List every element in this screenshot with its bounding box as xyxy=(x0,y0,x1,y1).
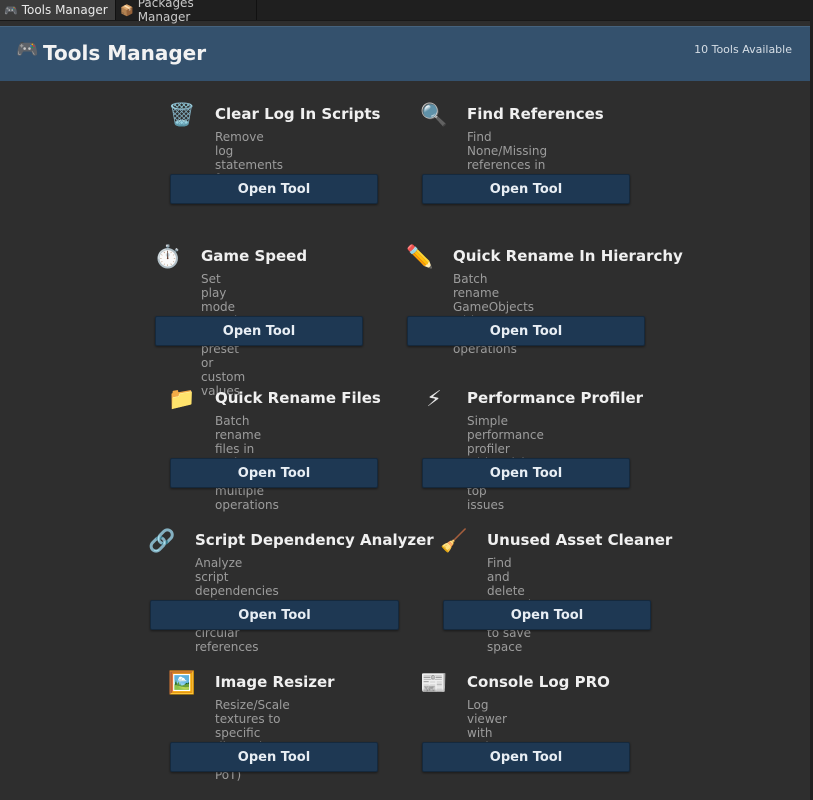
tool-title: Console Log PRO xyxy=(467,673,610,691)
trash-icon: 🗑️ xyxy=(168,103,196,128)
magnifier-icon: 🔍 xyxy=(420,103,448,128)
open-tool-button[interactable]: Open Tool xyxy=(170,742,378,772)
open-tool-button[interactable]: Open Tool xyxy=(170,458,378,488)
tool-title: Image Resizer xyxy=(215,673,335,691)
package-icon: 📦 xyxy=(120,3,134,17)
tab-tools-manager[interactable]: 🎮 Tools Manager xyxy=(0,0,116,20)
broom-icon: 🧹 xyxy=(440,529,468,554)
picture-icon: 🖼️ xyxy=(168,671,196,696)
open-tool-button[interactable]: Open Tool xyxy=(155,316,363,346)
tool-title: Unused Asset Cleaner xyxy=(487,531,673,549)
tool-description-line: Resize/Scale textures to xyxy=(215,698,290,726)
tools-count: 10 Tools Available xyxy=(694,43,792,56)
tool-title: Game Speed xyxy=(201,247,308,265)
tool-title: Quick Rename In Hierarchy xyxy=(453,247,683,265)
open-tool-button[interactable]: Open Tool xyxy=(422,742,630,772)
open-tool-button[interactable]: Open Tool xyxy=(443,600,651,630)
stopwatch-icon: ⏱️ xyxy=(154,245,182,270)
tool-title: Script Dependency Analyzer xyxy=(195,531,434,549)
open-tool-button[interactable]: Open Tool xyxy=(407,316,645,346)
newspaper-icon: 📰 xyxy=(420,671,448,696)
tool-title: Quick Rename Files xyxy=(215,389,381,407)
tab-label: Tools Manager xyxy=(21,3,108,17)
tool-title: Clear Log In Scripts xyxy=(215,105,381,123)
page-title: Tools Manager xyxy=(43,41,207,65)
open-tool-button[interactable]: Open Tool xyxy=(422,458,630,488)
tool-description-line: issues xyxy=(467,498,505,512)
gamepad-icon: 🎮 xyxy=(16,39,39,60)
lightning-icon: ⚡ xyxy=(426,387,442,412)
gamepad-icon: 🎮 xyxy=(4,3,18,17)
open-tool-button[interactable]: Open Tool xyxy=(422,174,630,204)
open-tool-button[interactable]: Open Tool xyxy=(170,174,378,204)
folder-icon: 📁 xyxy=(168,387,196,412)
pencil-icon: ✏️ xyxy=(406,245,434,270)
tool-description-line: Simple performance profiler xyxy=(467,414,544,456)
tab-bar: 🎮 Tools Manager 📦 Packages Manager xyxy=(0,0,813,24)
tool-title: Find References xyxy=(467,105,604,123)
link-icon: 🔗 xyxy=(148,529,176,554)
open-tool-button[interactable]: Open Tool xyxy=(150,600,399,630)
tool-description-line: Find None/Missing xyxy=(467,130,548,158)
tab-packages-manager[interactable]: 📦 Packages Manager xyxy=(116,0,257,24)
header-bar: 🎮 Tools Manager 10 Tools Available xyxy=(0,26,810,81)
tool-title: Performance Profiler xyxy=(467,389,644,407)
tab-label: Packages Manager xyxy=(137,0,194,24)
